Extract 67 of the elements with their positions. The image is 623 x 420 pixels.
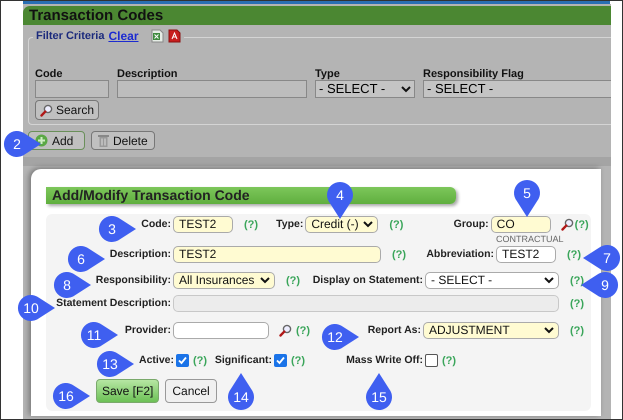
callout-marker: 11 <box>81 322 118 348</box>
search-button[interactable]: Search <box>35 100 100 120</box>
text-field[interactable] <box>173 322 269 338</box>
field-label: Provider: <box>124 324 171 336</box>
field-label: Description: <box>110 248 171 260</box>
chevron-icon <box>260 276 270 284</box>
checkbox[interactable] <box>425 354 438 366</box>
field-label: Report As: <box>368 324 421 336</box>
filter-legend: Filter Criteria <box>36 30 104 42</box>
dropdown[interactable]: - SELECT - <box>425 272 559 288</box>
field-label: Display on Statement: <box>312 274 423 286</box>
save-button[interactable]: Save [F2] <box>96 379 160 403</box>
callout-marker: 5 <box>514 180 540 217</box>
callout-marker: 10 <box>18 295 55 321</box>
callout-marker: 4 <box>327 182 353 219</box>
field-label: Type <box>315 68 341 80</box>
search-icon <box>40 104 53 116</box>
callout-marker: 7 <box>583 245 620 271</box>
field-label: Statement Description: <box>56 297 171 309</box>
callout-marker: 6 <box>68 246 105 272</box>
field-label: Group: <box>454 218 489 230</box>
field-label: Mass Write Off: <box>346 354 423 366</box>
field-label: Active: <box>138 354 174 366</box>
field-label: Description <box>117 68 179 80</box>
clear-link[interactable]: Clear <box>108 29 138 43</box>
delete-button[interactable]: Delete <box>91 131 155 150</box>
text-field[interactable]: CO <box>490 216 551 232</box>
callout-marker: 16 <box>53 383 90 409</box>
chevron-icon <box>363 220 374 228</box>
spreadsheet-icon[interactable] <box>150 29 164 43</box>
text-field[interactable]: TEST2 <box>173 216 233 232</box>
dropdown[interactable]: All Insurances <box>173 272 275 288</box>
group-name-note: CONTRACTUAL <box>496 234 564 244</box>
dropdown[interactable]: Credit (-) <box>305 216 378 232</box>
field-label: Code: <box>141 218 171 230</box>
text-field[interactable] <box>35 80 109 98</box>
chevron-icon <box>544 276 554 284</box>
field-label: Code <box>35 68 64 80</box>
callout-marker: 8 <box>54 272 91 298</box>
field-label: Significant: <box>214 354 272 366</box>
callout-marker: 12 <box>322 324 359 350</box>
cancel-button[interactable]: Cancel <box>165 379 217 403</box>
chevron-icon <box>401 86 411 92</box>
field-label: Abbreviation: <box>426 248 494 260</box>
dropdown[interactable]: - SELECT - <box>315 80 415 98</box>
text-field[interactable]: TEST2 <box>173 246 381 262</box>
pdf-icon[interactable] <box>168 29 180 43</box>
add-button[interactable]: Add <box>28 131 85 150</box>
dropdown[interactable]: ADJUSTMENT <box>423 322 559 338</box>
text-field[interactable]: TEST2 <box>496 246 556 262</box>
trash-icon <box>98 134 109 147</box>
dropdown[interactable]: - SELECT - <box>423 80 611 98</box>
chevron-icon <box>544 326 554 334</box>
search-icon[interactable] <box>560 218 574 230</box>
search-icon[interactable] <box>279 324 292 336</box>
callout-marker: 14 <box>228 373 254 410</box>
checkbox[interactable] <box>274 354 287 366</box>
callout-marker: 13 <box>97 351 134 377</box>
field-label: Responsibility: <box>96 274 171 286</box>
callout-marker: 3 <box>99 216 136 242</box>
text-field[interactable] <box>117 80 307 98</box>
field-label: Responsibility Flag <box>423 68 525 80</box>
checkbox[interactable] <box>176 354 189 366</box>
callout-marker: 15 <box>366 373 392 410</box>
callout-marker: 2 <box>4 131 41 157</box>
page-title: Transaction Codes <box>23 6 611 25</box>
field-label: Type: <box>276 218 304 230</box>
